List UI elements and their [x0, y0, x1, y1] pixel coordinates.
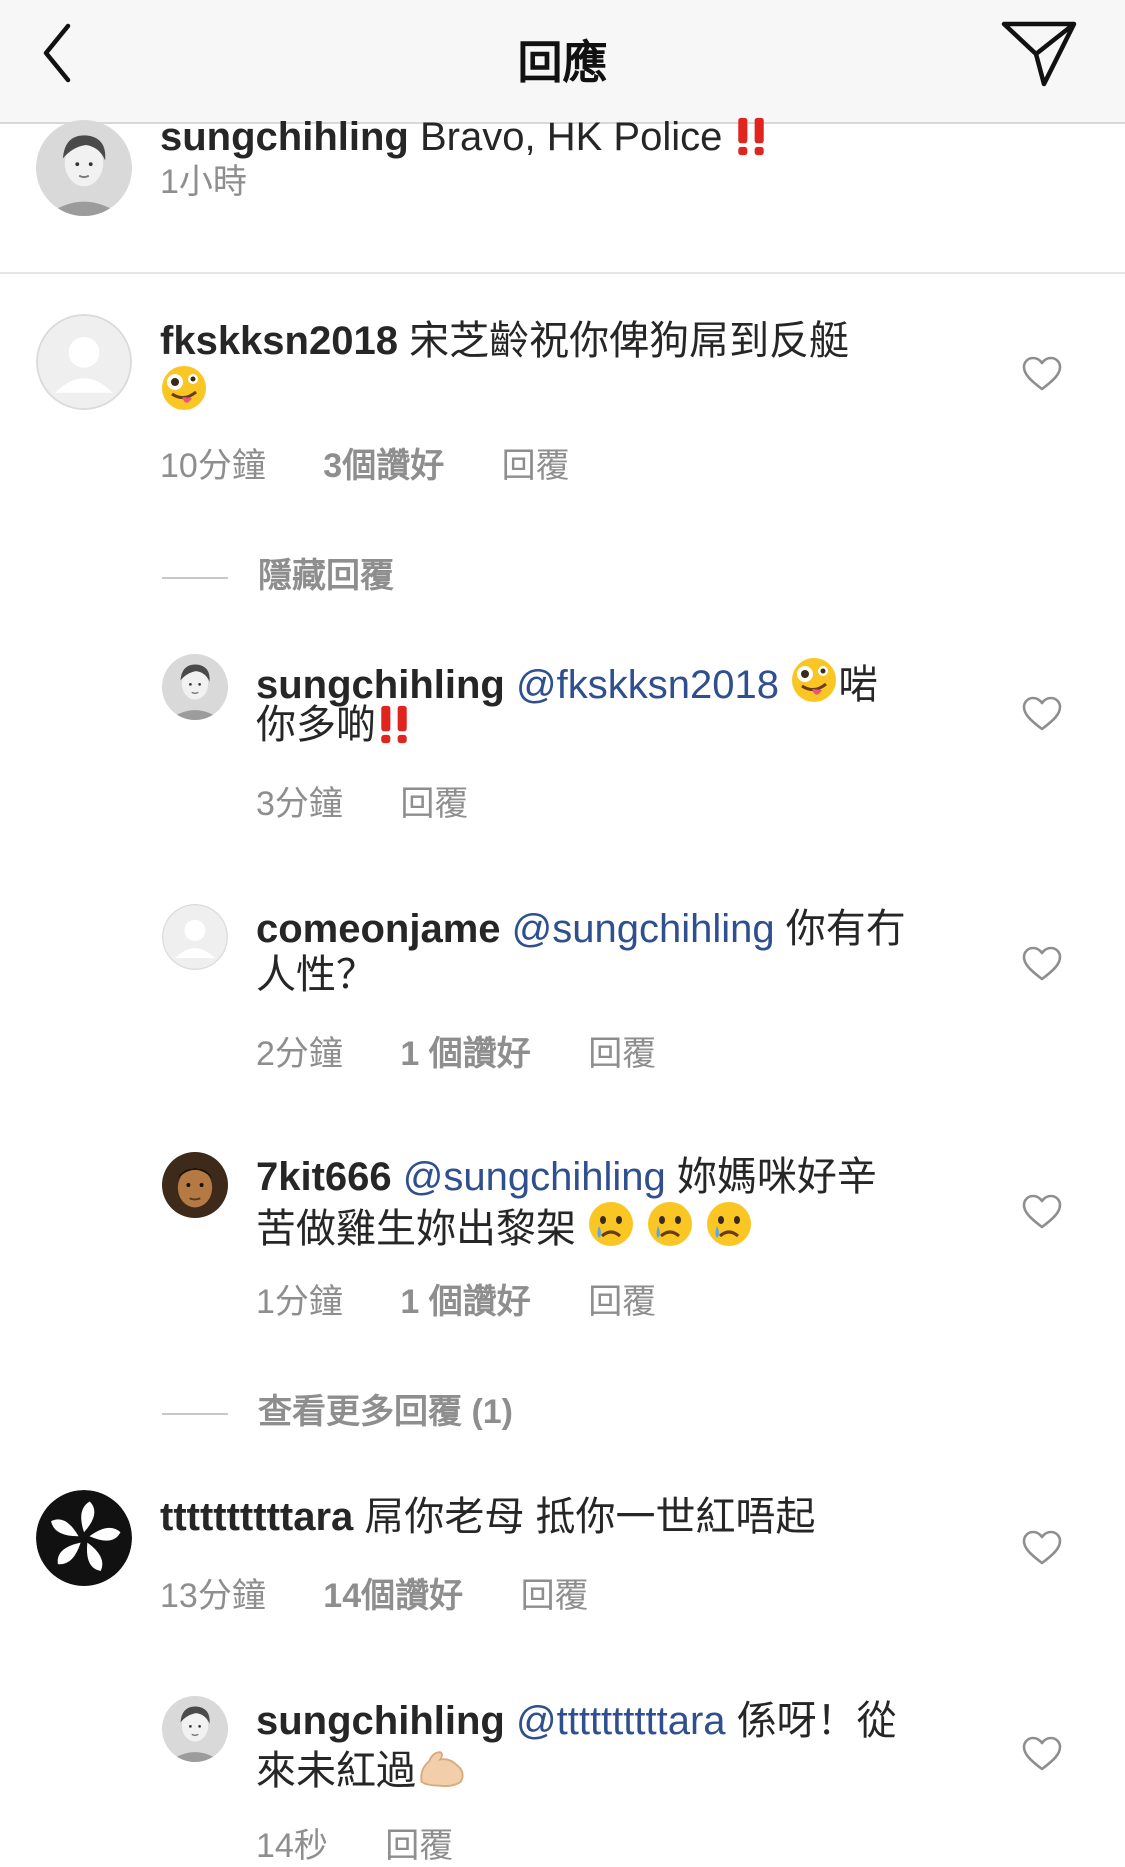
heart-outline-icon[interactable]: [1022, 1194, 1062, 1230]
comment-text-line2: [160, 364, 208, 416]
reply-body: 妳媽咪好辛: [676, 1155, 877, 1199]
hide-replies-label: 隱藏回覆: [258, 557, 394, 595]
mention-link[interactable]: @sungchihling: [403, 1155, 666, 1199]
reply-button[interactable]: 回覆: [588, 1274, 656, 1323]
page-title: 回應: [517, 37, 608, 88]
username-link[interactable]: ttttttttttara: [160, 1495, 353, 1539]
timestamp: 1小時: [160, 163, 247, 201]
reply-body-line2: 來未紅過: [256, 1749, 416, 1793]
view-more-label: 查看更多回覆 (1): [258, 1393, 513, 1431]
reply-text-line2: 你多啲: [256, 702, 412, 748]
reply-button[interactable]: 回覆: [588, 1026, 656, 1075]
reply-text-line2: 人性？: [256, 952, 376, 998]
avatar[interactable]: [36, 314, 132, 410]
heart-outline-icon[interactable]: [1022, 946, 1062, 982]
avatar[interactable]: [36, 1490, 132, 1586]
mention-link[interactable]: @sungchihling: [512, 907, 775, 951]
reply-text: sungchihling @ttttttttttara 係呀！從: [256, 1698, 897, 1744]
crying-face-emoji: [705, 1200, 753, 1248]
reply-button[interactable]: 回覆: [502, 438, 570, 487]
likes-count[interactable]: 3個讚好: [323, 438, 444, 487]
reply-body-line2: 人性？: [256, 953, 376, 997]
username-link[interactable]: 7kit666: [256, 1155, 392, 1199]
reply-button[interactable]: 回覆: [400, 776, 468, 825]
likes-count[interactable]: 14個讚好: [323, 1568, 463, 1617]
reply-body-line2: 苦做雞生妳出黎架: [256, 1207, 576, 1251]
heart-outline-icon[interactable]: [1022, 696, 1062, 732]
avatar[interactable]: [162, 654, 228, 720]
reply-button[interactable]: 回覆: [521, 1568, 589, 1617]
reply-text-line2: 來未紅過: [256, 1744, 468, 1794]
username-link[interactable]: sungchihling: [160, 115, 409, 159]
timestamp: 10分鐘: [160, 447, 266, 485]
reply-text: sungchihling @fkskksn2018 啱: [256, 656, 878, 708]
reply-text-line2: 苦做雞生妳出黎架: [256, 1200, 753, 1252]
reply-meta: 14秒 回覆: [256, 1818, 501, 1867]
reply-text: 7kit666 @sungchihling 妳媽咪好辛: [256, 1154, 877, 1200]
reply-body: 係呀！從: [736, 1699, 897, 1743]
timestamp: 3分鐘: [256, 785, 343, 823]
timestamp: 1分鐘: [256, 1283, 343, 1321]
reply-text: comeonjame @sungchihling 你有冇: [256, 906, 906, 952]
heart-outline-icon[interactable]: [1022, 356, 1062, 392]
reply-meta: 2分鐘 1 個讚好 回覆: [256, 1026, 704, 1075]
post-caption: sungchihling Bravo, HK Police 1小時: [0, 115, 1125, 274]
hide-replies-button[interactable]: 隱藏回覆: [162, 548, 394, 597]
zany-face-emoji: [160, 364, 208, 412]
timestamp: 14秒: [256, 1827, 328, 1865]
heart-outline-icon[interactable]: [1022, 1736, 1062, 1772]
likes-count[interactable]: 1 個讚好: [400, 1026, 530, 1075]
reply-body: 啱: [838, 663, 879, 707]
comment-text: fkskksn2018 宋芝齡祝你俾狗屌到反艇: [160, 318, 849, 364]
heart-outline-icon[interactable]: [1022, 1530, 1062, 1566]
reply-meta: 3分鐘 回覆: [256, 776, 516, 825]
reply-body-line2: 你多啲: [256, 703, 376, 747]
avatar[interactable]: [162, 1152, 228, 1218]
zany-face-emoji: [790, 656, 838, 704]
double-exclamation-icon: [733, 116, 769, 156]
timestamp: 13分鐘: [160, 1577, 266, 1615]
username-link[interactable]: sungchihling: [256, 663, 505, 707]
divider: [162, 1413, 228, 1416]
top-nav-bar: 回應: [0, 0, 1125, 124]
username-link[interactable]: comeonjame: [256, 907, 501, 951]
crying-face-emoji: [587, 1200, 635, 1248]
comment-meta: 13分鐘 14個讚好 回覆: [160, 1568, 637, 1617]
crying-face-emoji: [646, 1200, 694, 1248]
mention-link[interactable]: @fkskksn2018: [516, 663, 779, 707]
comment-text: ttttttttttara 屌你老母 抵你一世紅唔起: [160, 1494, 816, 1540]
double-exclamation-icon: [376, 704, 412, 744]
caption-body: Bravo, HK Police: [420, 115, 723, 159]
username-link[interactable]: fkskksn2018: [160, 319, 398, 363]
reply-button[interactable]: 回覆: [385, 1818, 453, 1867]
comment-body: 屌你老母 抵你一世紅唔起: [364, 1495, 816, 1539]
reply-body: 你有冇: [785, 907, 906, 951]
caption-meta: 1小時: [160, 154, 295, 203]
divider: [162, 577, 228, 580]
likes-count[interactable]: 1 個讚好: [400, 1274, 530, 1323]
comment-meta: 10分鐘 3個讚好 回覆: [160, 438, 618, 487]
username-link[interactable]: sungchihling: [256, 1699, 505, 1743]
timestamp: 2分鐘: [256, 1035, 343, 1073]
avatar[interactable]: [162, 1696, 228, 1762]
paper-plane-icon[interactable]: [1000, 18, 1080, 88]
avatar[interactable]: [162, 904, 228, 970]
reply-meta: 1分鐘 1 個讚好 回覆: [256, 1274, 704, 1323]
view-more-replies-button[interactable]: 查看更多回覆 (1): [162, 1384, 513, 1433]
comment-body: 宋芝齡祝你俾狗屌到反艇: [409, 319, 850, 363]
mention-link[interactable]: @ttttttttttara: [516, 1699, 726, 1743]
avatar[interactable]: [36, 120, 132, 216]
flexed-biceps-emoji: [416, 1744, 468, 1790]
